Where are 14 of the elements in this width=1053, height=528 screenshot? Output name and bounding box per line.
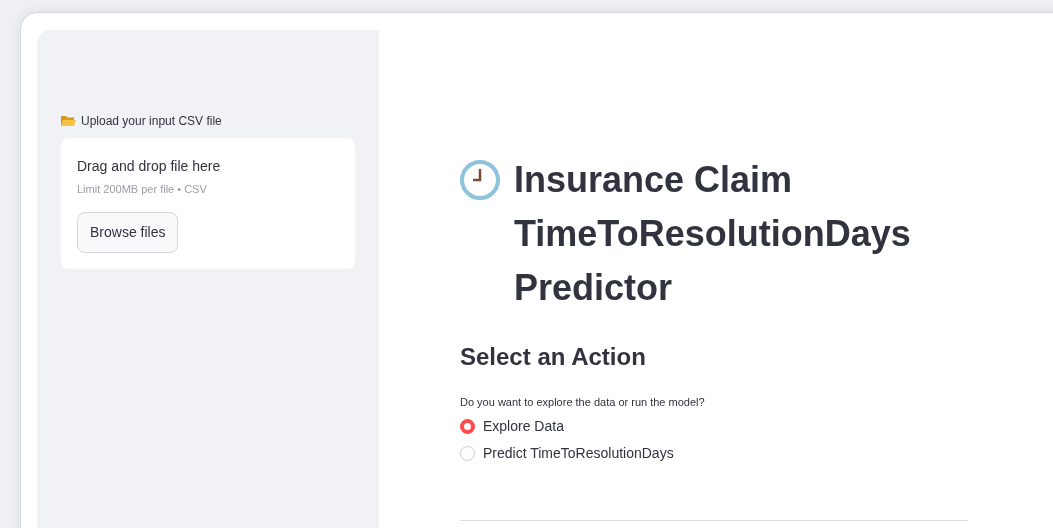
browse-files-button[interactable]: Browse files xyxy=(77,211,179,253)
radio-button[interactable] xyxy=(460,419,475,435)
section-heading: Select an Action xyxy=(460,343,647,372)
radio-option[interactable]: Predict TimeToResolutionDays xyxy=(460,443,674,465)
dropzone-title: Drag and drop file here xyxy=(77,157,222,176)
folder-icon xyxy=(61,115,76,127)
dropzone-hint: Limit 200MB per file • CSV xyxy=(77,182,208,197)
radio-option[interactable]: Explore Data xyxy=(460,416,564,438)
clock-icon xyxy=(460,160,500,200)
radio-button[interactable] xyxy=(460,446,475,462)
upload-label: Upload your input CSV file xyxy=(81,113,222,130)
page-title: Insurance Claim TimeToResolutionDays Predictor xyxy=(514,158,912,310)
radio-group-label: Do you want to explore the data or run the model? xyxy=(460,394,706,410)
file-dropzone[interactable]: Drag and drop file here Limit 200MB per file • CSV Browse files xyxy=(61,138,355,269)
